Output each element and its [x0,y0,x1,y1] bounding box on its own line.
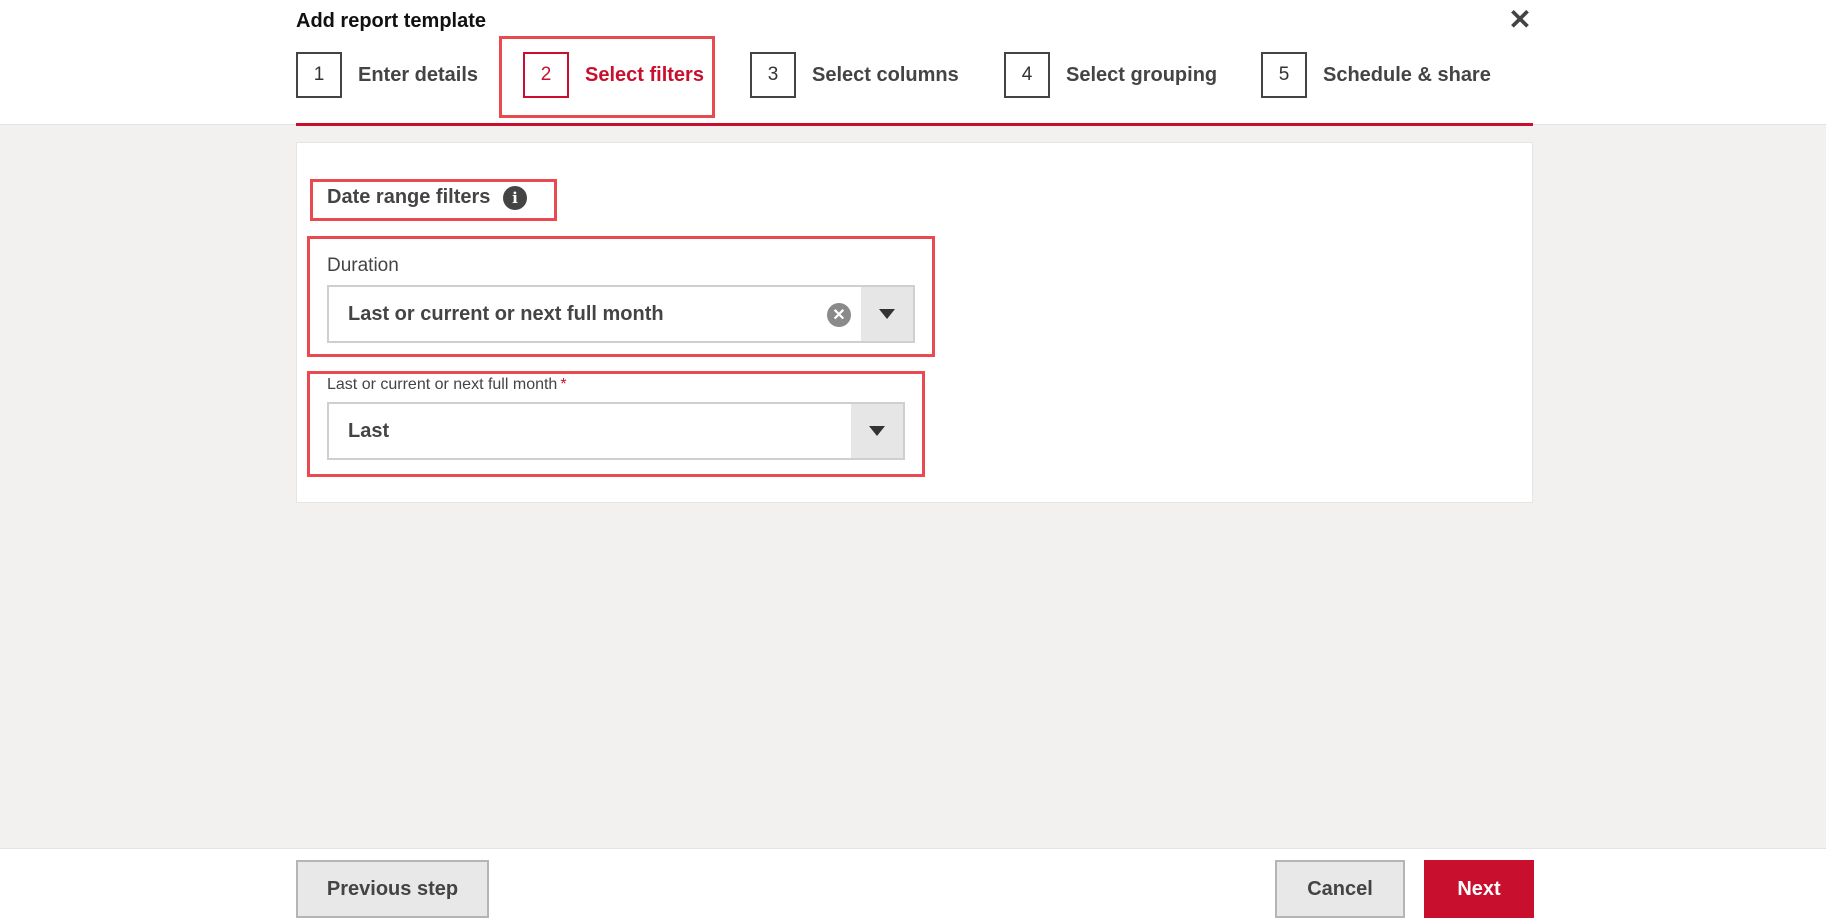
info-icon[interactable]: i [503,186,527,210]
next-button[interactable]: Next [1424,860,1534,918]
step-label: Select columns [812,63,959,86]
close-icon[interactable]: ✕ [1506,6,1534,34]
step-number: 3 [750,52,796,98]
month-value: Last [348,420,390,442]
clear-icon[interactable]: ✕ [827,303,851,327]
duration-select[interactable]: Last or current or next full month ✕ [327,285,915,343]
dropdown-toggle[interactable] [851,404,903,458]
step-label: Select filters [585,63,704,86]
step-schedule-share[interactable]: 5 Schedule & share [1261,50,1491,100]
step-label: Select grouping [1066,63,1218,86]
dialog-title: Add report template [296,10,487,32]
step-select-filters[interactable]: 2 Select filters [523,50,704,100]
step-select-grouping[interactable]: 4 Select grouping [1004,50,1217,100]
previous-step-button[interactable]: Previous step [296,860,489,918]
duration-label: Duration [327,255,399,276]
month-label-text: Last or current or next full month [327,376,558,393]
step-select-columns[interactable]: 3 Select columns [750,50,959,100]
chevron-down-icon [869,426,885,436]
step-enter-details[interactable]: 1 Enter details [296,50,478,100]
cancel-button[interactable]: Cancel [1275,860,1405,918]
dropdown-toggle[interactable] [861,287,913,341]
wizard-footer [0,848,1826,924]
month-label: Last or current or next full month * [327,376,567,394]
step-label: Schedule & share [1323,63,1491,86]
step-number: 4 [1004,52,1050,98]
step-label: Enter details [358,63,479,86]
duration-value: Last or current or next full month [348,303,664,325]
required-mark: * [560,376,567,393]
step-number: 2 [523,52,569,98]
step-number: 5 [1261,52,1307,98]
section-title: Date range filters [327,186,491,208]
month-select[interactable]: Last [327,402,905,460]
step-number: 1 [296,52,342,98]
progress-underline [296,123,1533,126]
chevron-down-icon [879,309,895,319]
